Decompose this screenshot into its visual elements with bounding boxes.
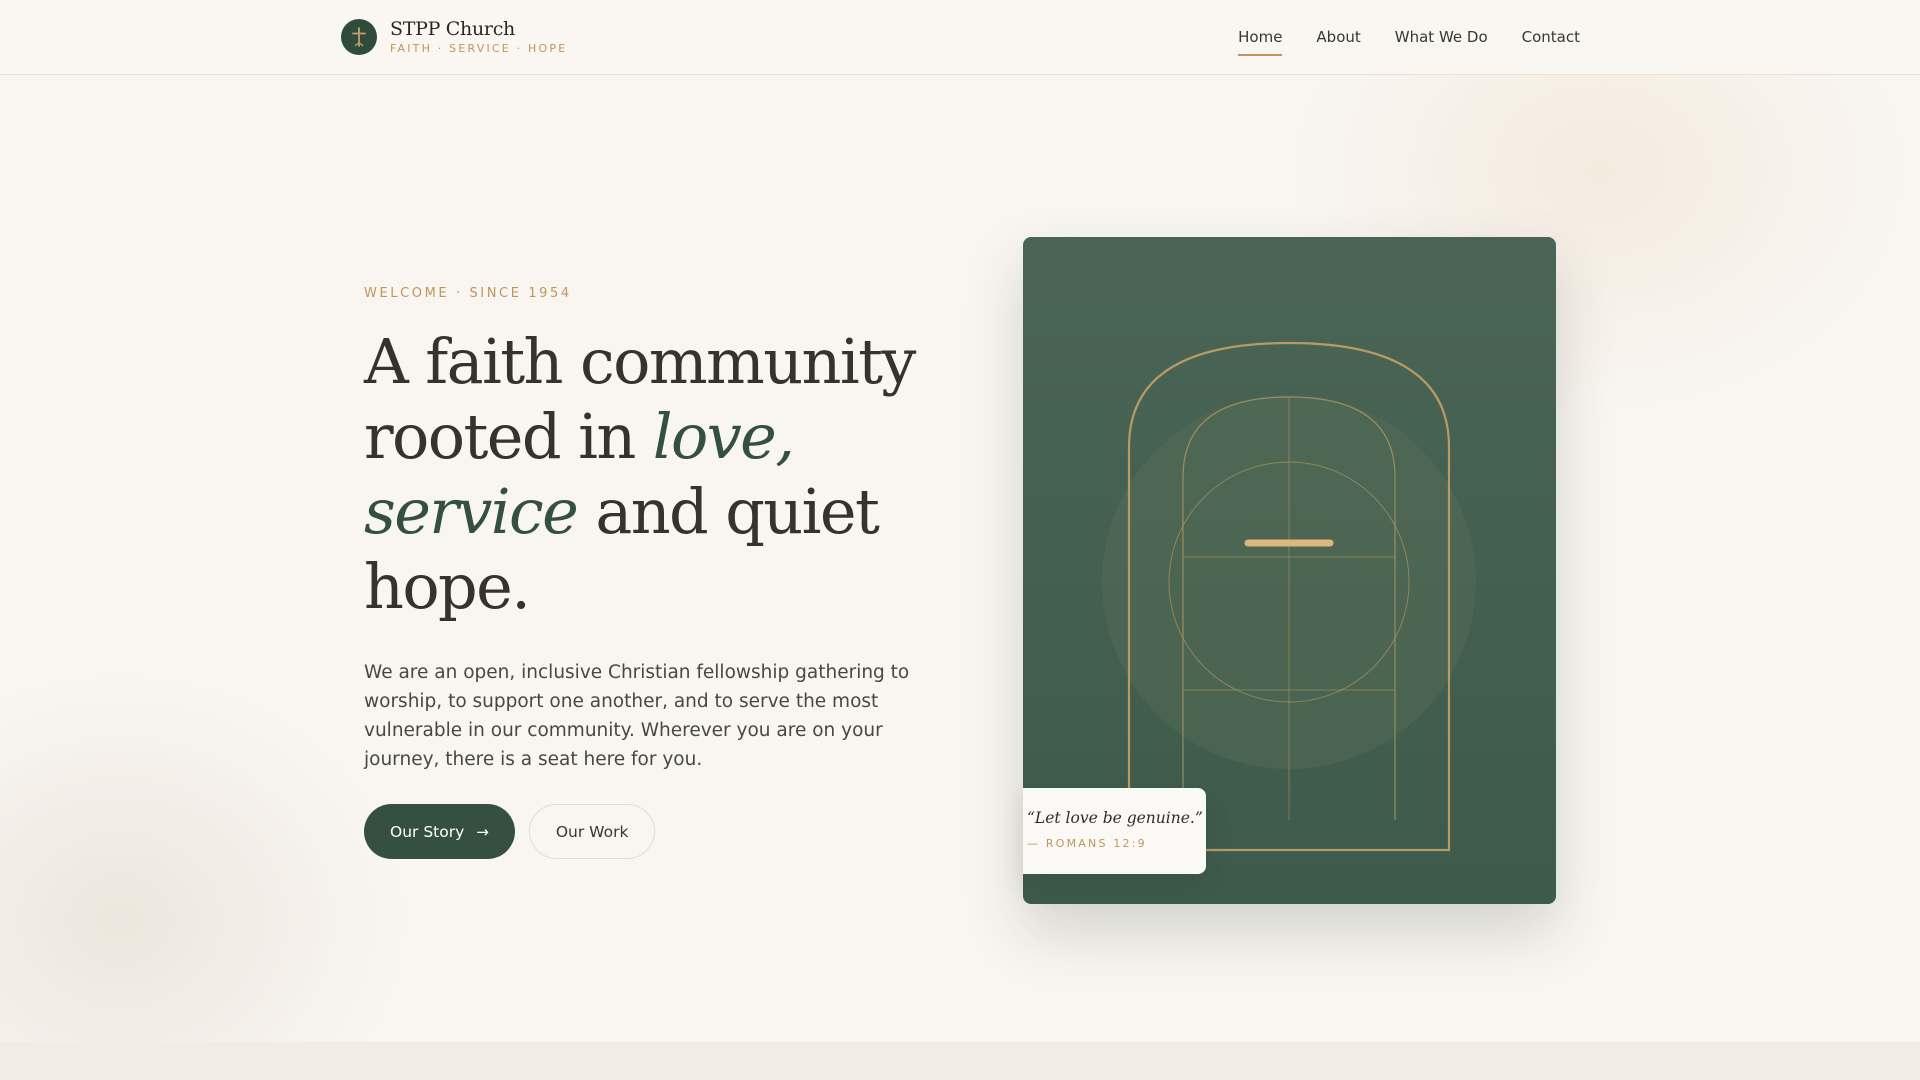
brand-tagline: FAITH · SERVICE · HOPE	[390, 42, 568, 55]
scripture-quote: “Let love be genuine.”	[1027, 809, 1203, 827]
headline-emphasis-service: service	[364, 475, 579, 548]
scripture-reference: — ROMANS 12:9	[1027, 837, 1147, 850]
hero-text: WELCOME · SINCE 1954 A faith community r…	[364, 286, 954, 859]
hero-headline: A faith community rooted in love, servic…	[364, 324, 954, 624]
nav-item-what-we-do[interactable]: What We Do	[1395, 22, 1488, 54]
nav-item-home[interactable]: Home	[1238, 22, 1283, 56]
nav-item-about[interactable]: About	[1316, 22, 1360, 54]
site-header: STPP Church FAITH · SERVICE · HOPE Home …	[0, 0, 1920, 75]
hero-intro: We are an open, inclusive Christian fell…	[364, 662, 910, 770]
our-story-label: Our Story	[390, 822, 465, 841]
our-work-button[interactable]: Our Work	[528, 804, 656, 859]
our-story-button[interactable]: Our Story →	[364, 804, 515, 859]
cross-icon	[341, 19, 377, 55]
scripture-quote-card: “Let love be genuine.” — ROMANS 12:9	[1023, 788, 1206, 874]
next-section-edge	[0, 1042, 1920, 1080]
main-nav: Home About What We Do Contact	[1204, 0, 1580, 75]
headline-emphasis-love: love,	[652, 400, 795, 473]
brand[interactable]: STPP Church FAITH · SERVICE · HOPE	[341, 17, 567, 57]
arrow-right-icon: →	[476, 822, 489, 841]
brand-name: STPP Church	[390, 18, 515, 40]
hero-eyebrow: WELCOME · SINCE 1954	[364, 286, 572, 301]
headline-part-1: A faith community rooted in	[364, 325, 916, 473]
nav-item-contact[interactable]: Contact	[1522, 22, 1580, 54]
page: STPP Church FAITH · SERVICE · HOPE Home …	[0, 0, 1920, 1080]
hero-actions: Our Story → Our Work	[364, 804, 954, 859]
